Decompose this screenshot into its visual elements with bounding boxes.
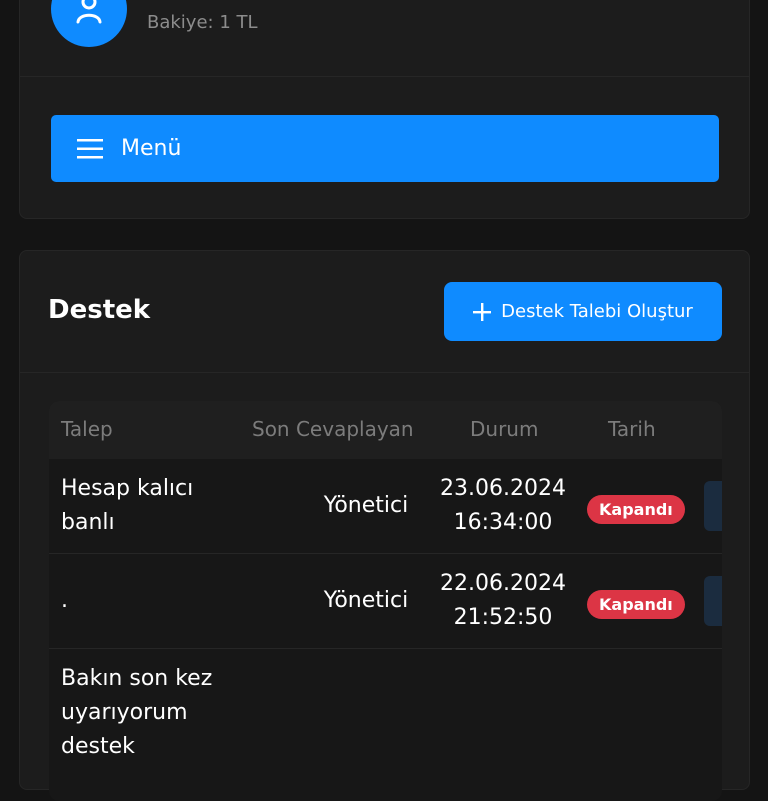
column-header-tarih[interactable]: Tarih — [608, 417, 656, 441]
column-header-durum[interactable]: Durum — [470, 417, 538, 441]
status-badge: Kapandı — [587, 495, 685, 524]
ticket-subject[interactable]: Hesap kalıcı banlı — [61, 472, 241, 540]
view-ticket-button[interactable] — [704, 576, 722, 626]
user-icon — [76, 0, 102, 24]
table-row[interactable]: Hesap kalıcı banlı Yönetici 23.06.2024 1… — [49, 459, 722, 554]
avatar[interactable] — [51, 0, 127, 47]
last-responder: Yönetici — [323, 493, 409, 518]
create-ticket-button[interactable]: Destek Talebi Oluştur — [444, 282, 722, 341]
table-row[interactable]: . Yönetici 22.06.2024 21:52:50 Kapandı — [49, 554, 722, 649]
table-row[interactable]: Bakın son kez uyarıyorum destek — [49, 649, 722, 801]
status-badge: Kapandı — [587, 590, 685, 619]
view-ticket-button[interactable] — [704, 481, 722, 531]
support-card: Destek Destek Talebi Oluştur Talep Son C… — [19, 250, 750, 801]
divider — [20, 372, 749, 373]
page-title: Destek — [48, 295, 151, 325]
divider — [20, 76, 749, 77]
ticket-subject[interactable]: Bakın son kez uyarıyorum destek — [61, 662, 221, 764]
ticket-date: 23.06.2024 16:34:00 — [440, 476, 566, 535]
menu-button[interactable]: Menü — [51, 115, 719, 182]
tickets-table: Talep Son Cevaplayan Durum Tarih Hesap k… — [49, 401, 722, 801]
hamburger-icon — [77, 138, 103, 158]
balance-text: Bakiye: 1 TL — [147, 12, 258, 33]
ticket-date: 22.06.2024 21:52:50 — [440, 571, 566, 630]
plus-icon — [473, 302, 492, 321]
profile-card: Bakiye: 1 TL Menü — [19, 0, 750, 219]
table-header: Talep Son Cevaplayan Durum Tarih — [49, 401, 722, 459]
menu-label: Menü — [121, 136, 182, 161]
create-ticket-label: Destek Talebi Oluştur — [501, 301, 693, 322]
last-responder: Yönetici — [323, 588, 409, 613]
column-header-talep[interactable]: Talep — [61, 417, 113, 441]
ticket-subject[interactable]: . — [61, 584, 241, 618]
column-header-son-cevaplayan[interactable]: Son Cevaplayan — [252, 417, 414, 441]
